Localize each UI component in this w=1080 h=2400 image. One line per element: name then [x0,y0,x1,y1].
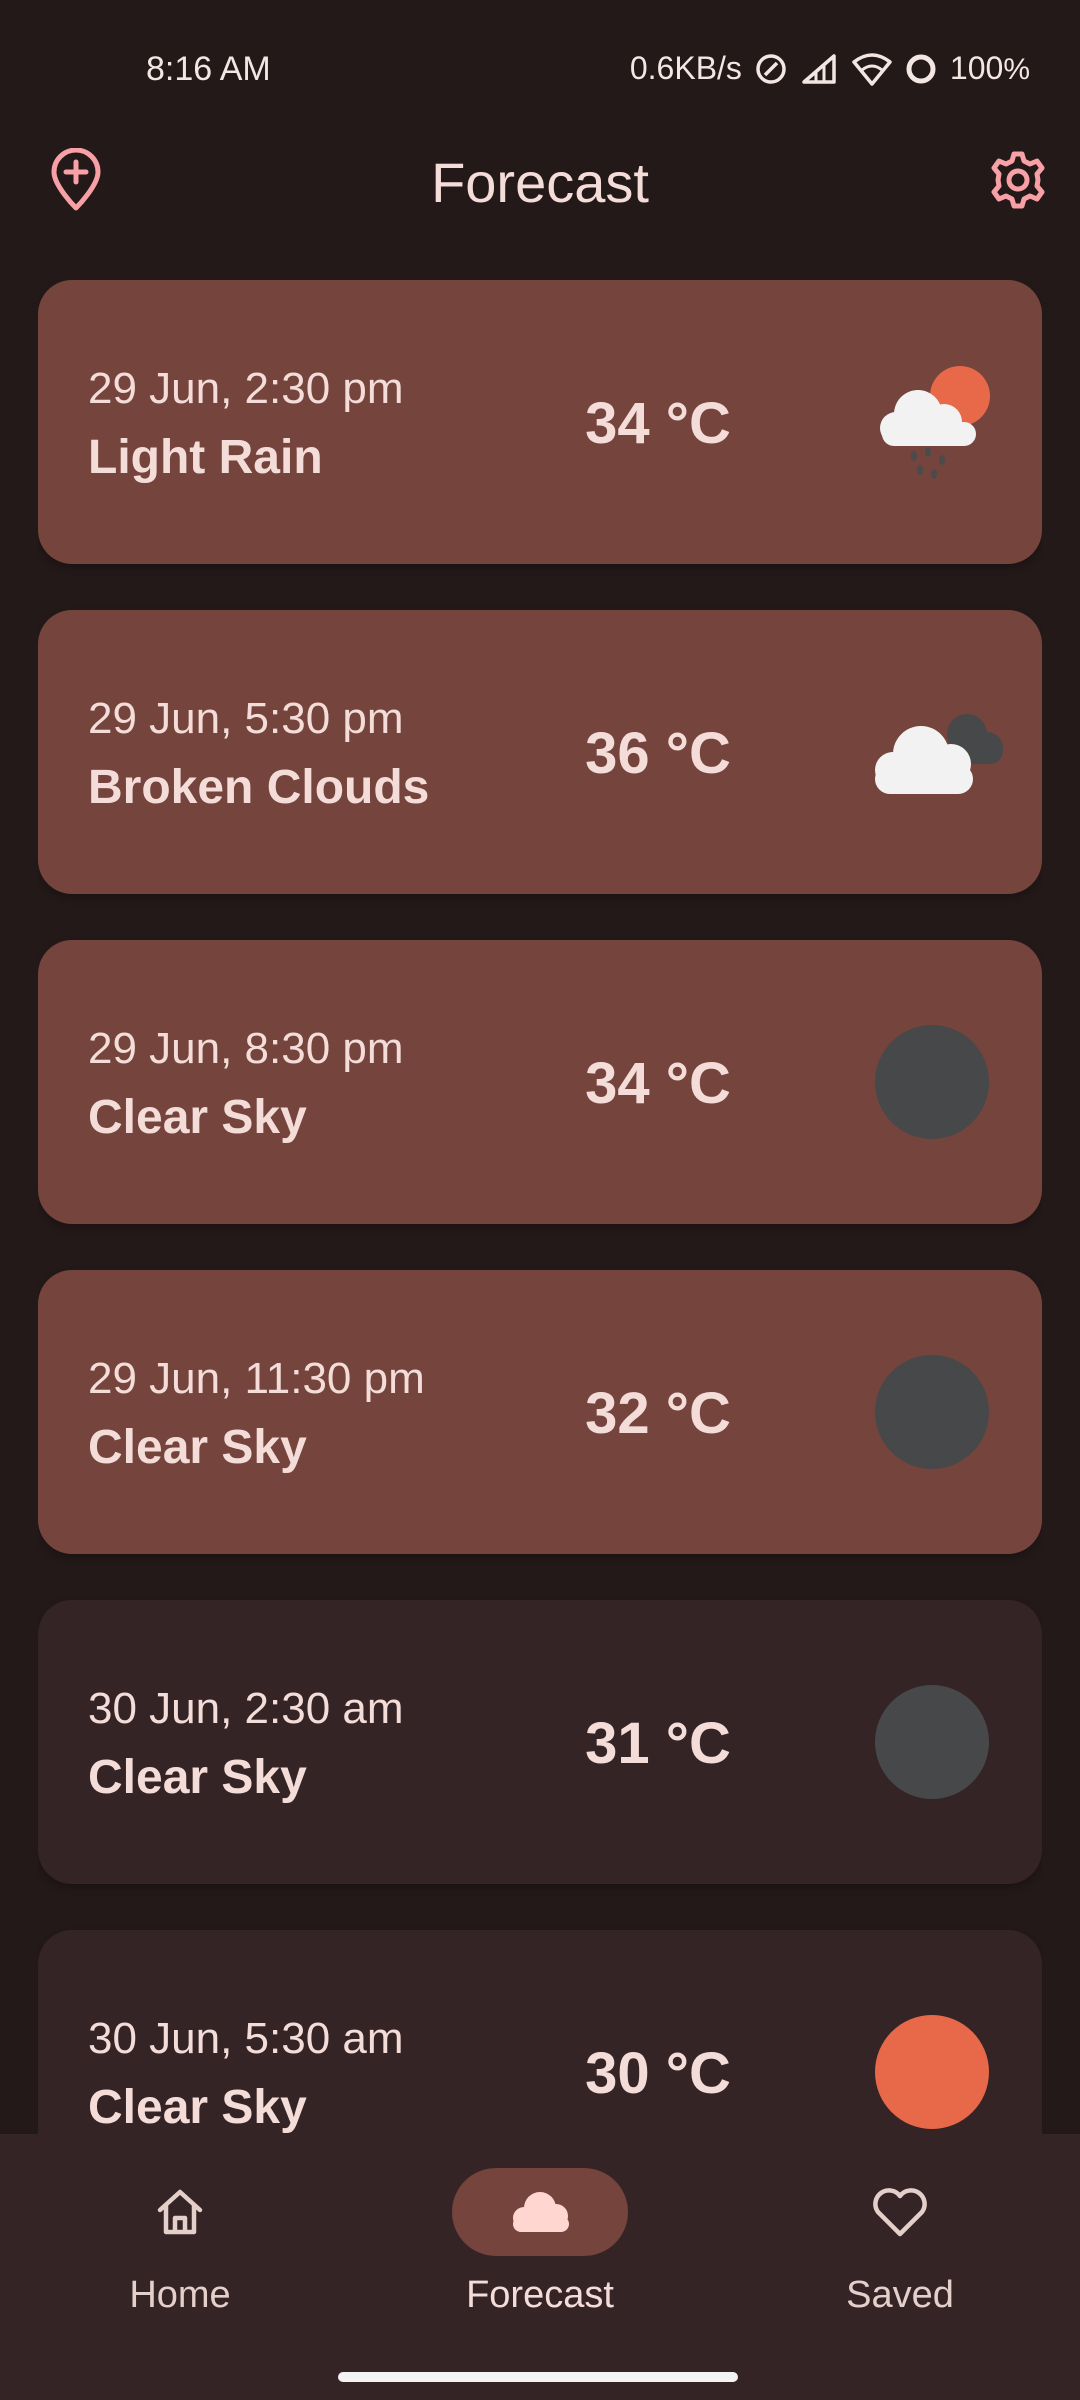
forecast-time: 29 Jun, 11:30 pm [88,1354,425,1403]
forecast-temperature: 32 °C [585,1381,731,1446]
sun-icon [875,2015,989,2129]
signal-icon [802,53,836,84]
forecast-description: Clear Sky [88,1751,307,1804]
forecast-temperature: 34 °C [585,391,731,456]
forecast-card[interactable]: 29 Jun, 5:30 pm Broken Clouds 36 °C [38,610,1042,894]
home-indicator[interactable] [338,2372,738,2382]
gear-icon [991,151,1045,209]
status-bar: 8:16 AM 0.6KB/s 100% [0,0,1080,140]
forecast-description: Broken Clouds [88,761,430,814]
battery-icon [906,54,936,83]
forecast-temperature: 30 °C [585,2041,731,2106]
data-saver-icon [756,53,786,84]
home-icon [157,2189,203,2235]
wifi-icon [852,52,892,86]
status-time: 8:16 AM [146,50,271,88]
forecast-temperature: 31 °C [585,1711,731,1776]
nav-item-forecast[interactable]: Forecast [360,2134,720,2334]
settings-button[interactable] [978,140,1058,220]
nav-label-home: Home [129,2274,231,2316]
top-app-bar: Forecast [0,140,1080,240]
bottom-navigation: Home Forecast Saved [0,2134,1080,2400]
forecast-card[interactable]: 30 Jun, 5:30 am Clear Sky 30 °C [38,1930,1042,2134]
heart-icon [873,2188,927,2237]
forecast-card[interactable]: 29 Jun, 11:30 pm Clear Sky 32 °C [38,1270,1042,1554]
forecast-card[interactable]: 29 Jun, 8:30 pm Clear Sky 34 °C [38,940,1042,1224]
battery-level: 100 [949,50,1004,86]
status-indicators: 0.6KB/s 100% [630,50,1030,87]
forecast-time: 30 Jun, 2:30 am [88,1684,404,1733]
nav-label-forecast: Forecast [466,2274,614,2316]
broken-clouds-icon [875,714,1003,794]
moon-icon [875,1355,989,1469]
battery-unit: % [1003,53,1030,86]
moon-icon [875,1685,989,1799]
forecast-card[interactable]: 29 Jun, 2:30 pm Light Rain 34 °C [38,280,1042,564]
page-title: Forecast [431,151,649,214]
forecast-card[interactable]: 30 Jun, 2:30 am Clear Sky 31 °C [38,1600,1042,1884]
forecast-time: 30 Jun, 5:30 am [88,2014,404,2063]
network-speed: 0.6KB/s [629,50,742,86]
nav-item-home[interactable]: Home [0,2134,360,2334]
forecast-description: Clear Sky [88,2081,307,2134]
forecast-description: Light Rain [88,431,323,484]
rain-sun-icon [880,366,990,479]
moon-icon [875,1025,989,1139]
forecast-time: 29 Jun, 8:30 pm [88,1024,404,1073]
forecast-temperature: 34 °C [585,1051,731,1116]
forecast-description: Clear Sky [88,1421,307,1474]
forecast-time: 29 Jun, 2:30 pm [88,364,404,413]
forecast-time: 29 Jun, 5:30 pm [88,694,404,743]
nav-label-saved: Saved [846,2274,954,2316]
cloud-icon [513,2192,569,2232]
forecast-description: Clear Sky [88,1091,307,1144]
nav-item-saved[interactable]: Saved [720,2134,1080,2334]
forecast-list[interactable]: 29 Jun, 2:30 pm Light Rain 34 °C 29 Jun,… [38,280,1042,2134]
forecast-temperature: 36 °C [585,721,731,786]
